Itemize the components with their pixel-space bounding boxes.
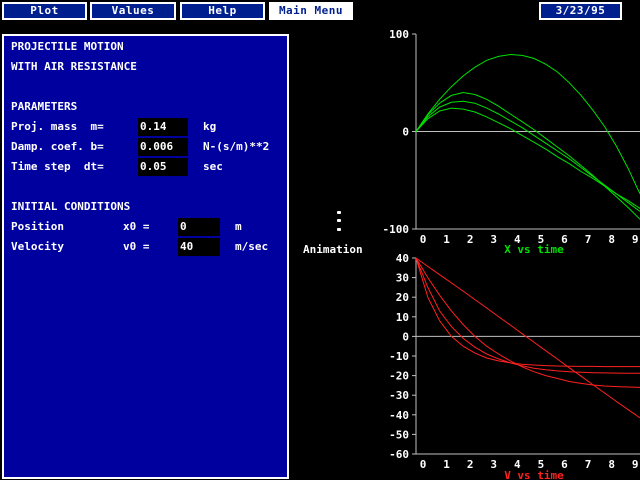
position-input[interactable]: 0 [178,218,220,236]
main-menu-button[interactable]: Main Menu [269,2,353,20]
app-screen: Plot Values Help Main Menu 3/23/95 PROJE… [0,0,640,480]
x-y-tick-label: -100 [383,223,410,236]
v-x-tick-label: 5 [538,458,545,471]
v-x-tick-label: 3 [490,458,497,471]
timestep-input[interactable]: 0.05 [138,158,188,176]
v-series-2 [415,257,640,388]
x-y-tick-label: 100 [389,28,409,41]
help-menu-button[interactable]: Help [180,2,265,20]
x-x-tick-label: 8 [608,233,615,246]
x-chart-title: X vs time [504,243,564,256]
velocity-input[interactable]: 40 [178,238,220,256]
v-y-tick-label: -20 [389,370,409,383]
v-x-tick-label: 1 [443,458,450,471]
animation-dot-2 [337,219,341,222]
v-x-tick-label: 7 [585,458,592,471]
v-x-tick-label: 8 [608,458,615,471]
values-menu-button[interactable]: Values [90,2,176,20]
x-series-3 [415,100,640,212]
timestep-unit: sec [203,160,223,173]
position-symbol: x0 = [123,220,150,233]
timestep-label: Time step dt= [11,160,104,173]
v-x-tick-label: 0 [420,458,427,471]
x-series-2 [415,91,640,220]
damping-unit: N-(s/m)**2 [203,140,270,153]
v-x-tick-label: 9 [632,458,639,471]
x-x-tick-label: 0 [420,233,427,246]
v-y-tick-label: -60 [389,448,409,461]
velocity-unit: m/sec [235,240,269,253]
v-series-4 [415,257,640,368]
animation-dot-3 [337,228,341,231]
v-y-tick-label: -40 [389,409,409,422]
x-x-tick-label: 7 [585,233,592,246]
v-x-tick-label: 6 [561,458,568,471]
x-x-tick-label: 2 [467,233,474,246]
initial-conditions-heading: INITIAL CONDITIONS [11,200,131,213]
x-x-tick-label: 6 [561,233,568,246]
x-x-tick-label: 9 [632,233,639,246]
v-y-tick-label: -10 [389,350,409,363]
mass-label: Proj. mass m= [11,120,104,133]
v-x-tick-label: 2 [467,458,474,471]
x-x-tick-label: 4 [514,233,521,246]
velocity-label: Velocity [11,240,64,253]
mass-unit: kg [203,120,217,133]
animation-label: Animation [303,243,363,256]
position-label: Position [11,220,64,233]
panel-title-line1: PROJECTILE MOTION [11,40,124,53]
parameters-panel: PROJECTILE MOTION WITH AIR RESISTANCE PA… [2,34,289,479]
damping-input[interactable]: 0.006 [138,138,188,156]
plot-menu-button[interactable]: Plot [2,2,87,20]
x-y-tick-label: 0 [402,126,409,139]
v-chart-title: V vs time [504,469,564,480]
v-y-tick-label: 0 [402,330,409,343]
v-y-tick-label: 30 [396,272,409,285]
velocity-symbol: v0 = [123,240,150,253]
date-display: 3/23/95 [539,2,622,20]
v-y-tick-label: -50 [389,428,409,441]
x-x-tick-label: 1 [443,233,450,246]
animation-dot-1 [337,211,341,214]
panel-title-line2: WITH AIR RESISTANCE [11,60,137,73]
x-series-4 [415,107,640,209]
v-y-tick-label: 10 [396,311,409,324]
v-y-tick-label: 20 [396,291,409,304]
x-series-1 [415,53,640,195]
v-y-tick-label: -30 [389,389,409,402]
v-y-tick-label: 40 [396,252,409,265]
mass-input[interactable]: 0.14 [138,118,188,136]
parameters-heading: PARAMETERS [11,100,78,113]
v-series-1 [415,257,640,419]
x-x-tick-label: 5 [538,233,545,246]
x-x-tick-label: 3 [490,233,497,246]
damping-label: Damp. coef. b= [11,140,104,153]
v-x-tick-label: 4 [514,458,521,471]
v-series-3 [415,257,640,374]
position-unit: m [235,220,242,233]
